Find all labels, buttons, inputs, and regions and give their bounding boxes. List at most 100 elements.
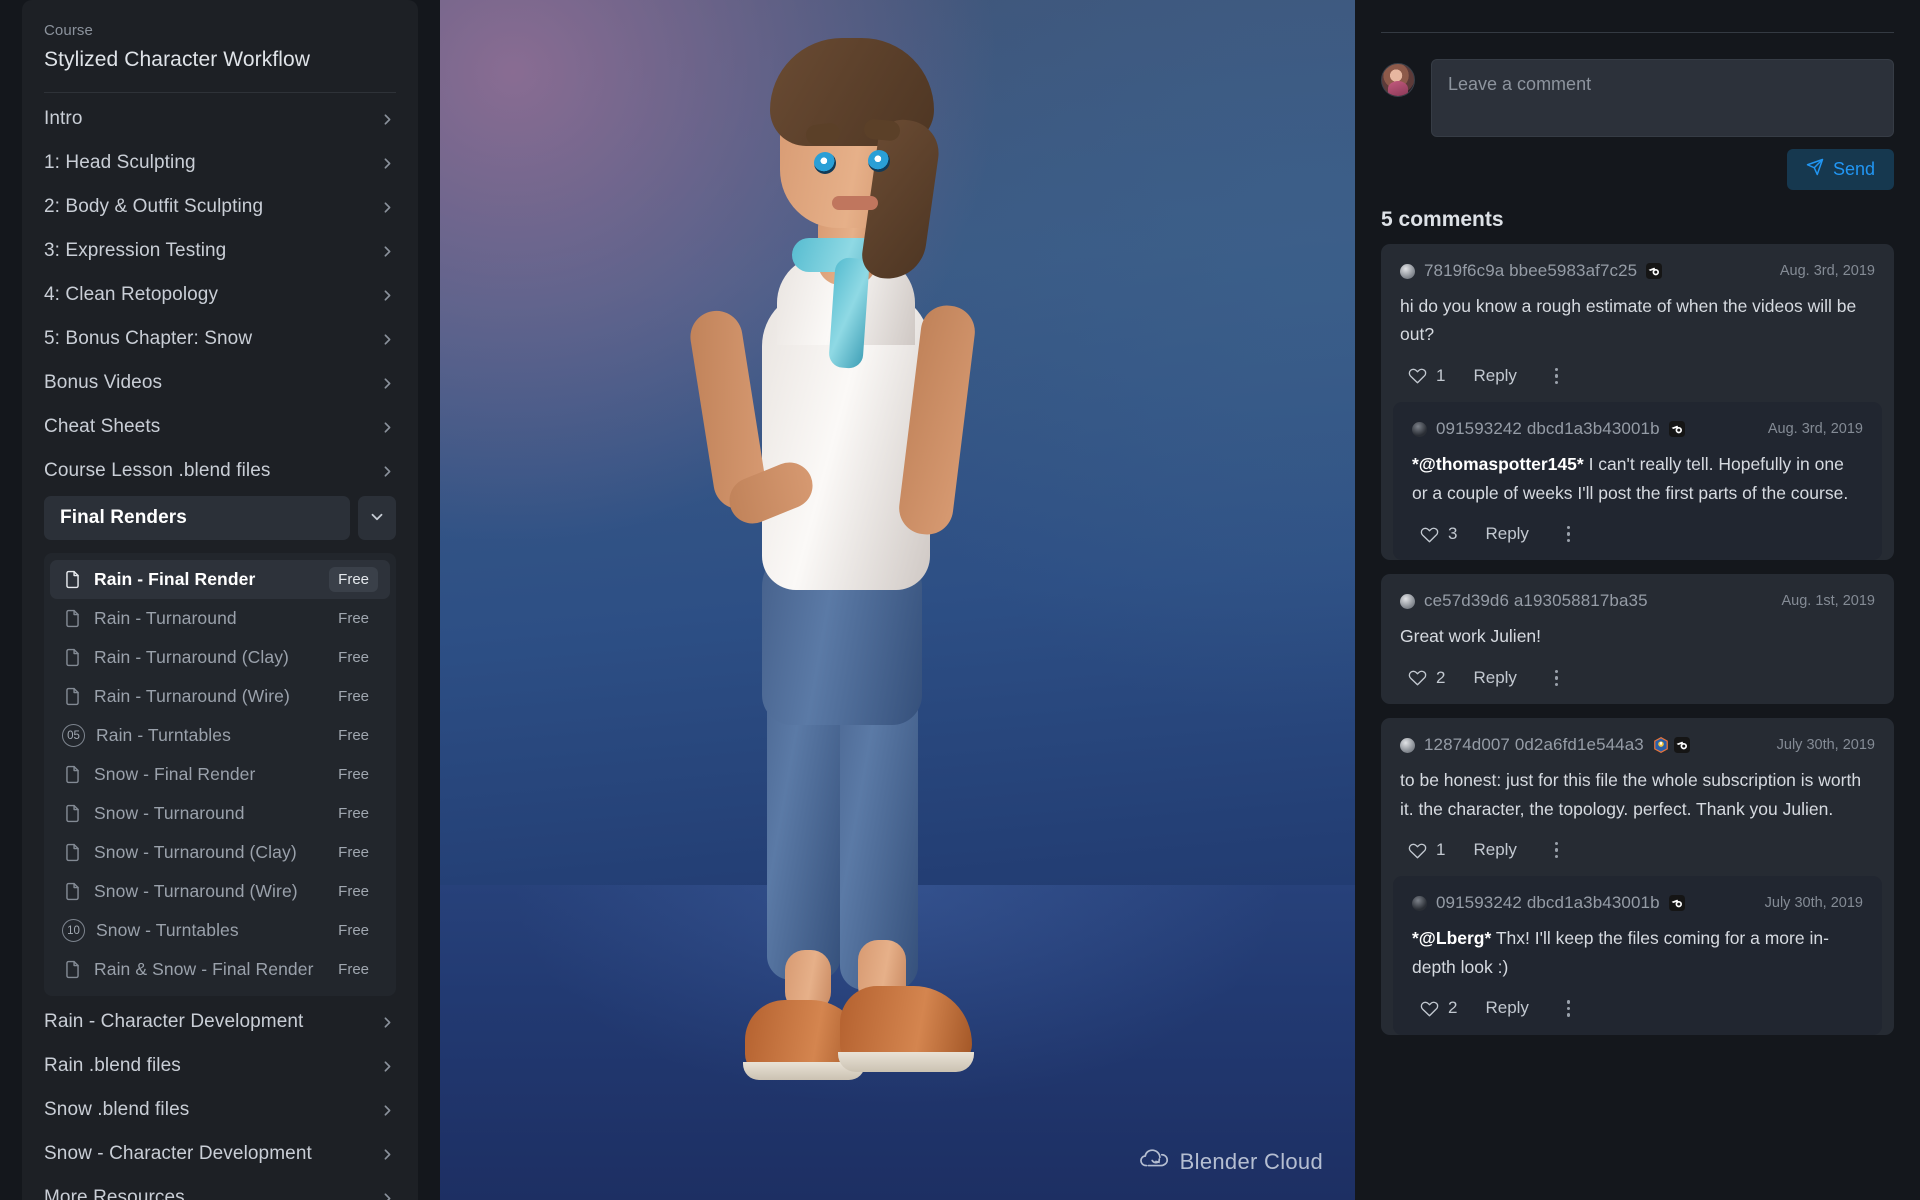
status-badge: Free [338, 727, 369, 744]
file-icon [62, 569, 83, 590]
comment-header: ce57d39d6 a193058817ba35 Aug. 1st, 2019 [1400, 591, 1875, 611]
more-options-icon[interactable] [1547, 666, 1567, 691]
reply-button[interactable]: Reply [1473, 840, 1516, 860]
heart-icon [1408, 668, 1427, 687]
sidebar-item-2-body-outfit-sculpting[interactable]: 2: Body & Outfit Sculpting [22, 185, 418, 229]
file-name: Rain - Turnaround (Clay) [94, 647, 289, 667]
status-badge: Free [338, 766, 369, 783]
render-viewer[interactable]: Blender Cloud [440, 0, 1355, 1200]
author-badges [1668, 895, 1685, 912]
chapter-nav: Intro 1: Head Sculpting 2: Body & Outfit S… [22, 93, 418, 493]
sidebar-item-label: 5: Bonus Chapter: Snow [44, 328, 253, 349]
course-header: Course Stylized Character Workflow [22, 0, 418, 72]
reply-label: Reply [1473, 365, 1517, 385]
comment-body: Great work Julien! [1400, 622, 1875, 650]
reply-label: Reply [1473, 667, 1517, 687]
file-icon [62, 764, 83, 785]
course-kicker: Course [44, 22, 93, 39]
reply-label: Reply [1485, 998, 1529, 1018]
send-button[interactable]: Send [1786, 149, 1894, 190]
cloud-icon [1139, 1148, 1170, 1176]
chapter-nav-secondary: Rain - Character Development Rain .blend … [22, 996, 418, 1200]
comment-thread: 12874d007 0d2a6fd1e544a3 July 30th, 2019 t… [1381, 718, 1894, 1035]
more-options-icon[interactable] [1547, 364, 1567, 389]
like-button[interactable]: 3 [1420, 524, 1457, 544]
sidebar-card: Course Stylized Character Workflow Intro… [22, 0, 418, 1200]
file-left: 10 Snow - Turntables [62, 919, 239, 942]
sidebar-section-final-renders[interactable]: Final Renders [44, 496, 350, 540]
file-name: Snow - Turnaround (Clay) [94, 842, 297, 862]
list-item[interactable]: Rain - Final Render Free [50, 560, 390, 599]
file-icon [62, 842, 83, 863]
blender-icon [1646, 263, 1663, 279]
list-item[interactable]: Snow - Final Render Free [50, 755, 390, 794]
file-left: Rain - Turnaround (Clay) [62, 647, 289, 668]
award-icon [1653, 737, 1669, 754]
like-button[interactable]: 2 [1408, 668, 1445, 688]
section-label: Final Renders [60, 507, 187, 528]
list-item[interactable]: Rain - Turnaround (Wire) Free [50, 677, 390, 716]
sidebar-item-3-expression-testing[interactable]: 3: Expression Testing [22, 229, 418, 273]
sidebar-item-rain-blend-files[interactable]: Rain .blend files [22, 1044, 418, 1088]
comment-actions: 2 Reply [1412, 996, 1863, 1021]
sidebar-item-1-head-sculpting[interactable]: 1: Head Sculpting [22, 141, 418, 185]
author-badges [1653, 737, 1690, 754]
sidebar-item-snow-blend-files[interactable]: Snow .blend files [22, 1088, 418, 1132]
sidebar-item-bonus-videos[interactable]: Bonus Videos [22, 361, 418, 405]
heart-icon [1420, 525, 1439, 544]
section-collapse-toggle[interactable] [358, 496, 396, 540]
list-item[interactable]: Rain & Snow - Final Render Free [50, 950, 390, 989]
status-badge: Free [338, 688, 369, 705]
reply-label: Reply [1485, 524, 1529, 544]
watermark-label: Blender Cloud [1179, 1149, 1323, 1174]
sidebar-item-rain-character-development[interactable]: Rain - Character Development [22, 1000, 418, 1044]
sidebar-item-cheat-sheets[interactable]: Cheat Sheets [22, 405, 418, 449]
comment-input[interactable] [1431, 59, 1894, 137]
reply-button[interactable]: Reply [1485, 524, 1528, 544]
list-item[interactable]: 05 Rain - Turntables Free [50, 716, 390, 755]
comment-date: Aug. 1st, 2019 [1781, 593, 1875, 610]
chevron-right-icon [379, 155, 396, 172]
file-icon [62, 881, 83, 902]
file-left: Rain - Final Render [62, 569, 255, 590]
reply-button[interactable]: Reply [1485, 998, 1528, 1018]
list-item[interactable]: Snow - Turnaround Free [50, 794, 390, 833]
like-button[interactable]: 1 [1408, 840, 1445, 860]
more-options-icon[interactable] [1547, 838, 1567, 863]
comment-threads: 7819f6c9a bbee5983af7c25 Aug. 3rd, 2019 hi… [1381, 244, 1894, 1035]
list-item[interactable]: Rain - Turnaround (Clay) Free [50, 638, 390, 677]
list-item[interactable]: Snow - Turnaround (Clay) Free [50, 833, 390, 872]
like-button[interactable]: 2 [1420, 998, 1457, 1018]
count-badge: 10 [62, 919, 85, 942]
file-left: Snow - Final Render [62, 764, 255, 785]
comment-header: 7819f6c9a bbee5983af7c25 Aug. 3rd, 2019 [1400, 261, 1875, 281]
comment-reply: 091593242 dbcd1a3b43001b July 30th, 2019 *… [1393, 876, 1882, 1035]
more-options-icon[interactable] [1559, 996, 1579, 1021]
like-button[interactable]: 1 [1408, 366, 1445, 386]
blender-icon [1668, 895, 1685, 912]
list-item[interactable]: Rain - Turnaround Free [50, 599, 390, 638]
chevron-right-icon [379, 419, 396, 436]
heart-icon [1408, 841, 1427, 860]
sidebar-item-intro[interactable]: Intro [22, 97, 418, 141]
comment-date: Aug. 3rd, 2019 [1779, 263, 1875, 279]
chevron-right-icon [379, 331, 396, 348]
list-item[interactable]: 10 Snow - Turntables Free [50, 911, 390, 950]
sidebar-item-label: Rain - Character Development [44, 1011, 304, 1032]
sidebar-item-4-clean-retopology[interactable]: 4: Clean Retopology [22, 273, 418, 317]
list-item[interactable]: Snow - Turnaround (Wire) Free [50, 872, 390, 911]
sidebar-item-snow-character-development[interactable]: Snow - Character Development [22, 1132, 418, 1176]
file-left: Rain & Snow - Final Render [62, 959, 314, 980]
comment-text-part: *@Lberg* [1412, 928, 1492, 949]
reply-button[interactable]: Reply [1473, 668, 1516, 688]
sidebar-item-more-resources[interactable]: More Resources [22, 1176, 418, 1200]
comment-header: 12874d007 0d2a6fd1e544a3 July 30th, 2019 [1400, 735, 1875, 755]
sidebar-item-course-lesson-blend-files[interactable]: Course Lesson .blend files [22, 449, 418, 493]
file-name: Snow - Final Render [94, 764, 256, 784]
reply-button[interactable]: Reply [1473, 366, 1516, 386]
sidebar-item-5-bonus-chapter-snow[interactable]: 5: Bonus Chapter: Snow [22, 317, 418, 361]
course-title: Stylized Character Workflow [44, 48, 311, 71]
chevron-right-icon [379, 1146, 396, 1163]
more-options-icon[interactable] [1559, 522, 1579, 547]
comment: ce57d39d6 a193058817ba35 Aug. 1st, 2019 Gr… [1381, 574, 1894, 704]
